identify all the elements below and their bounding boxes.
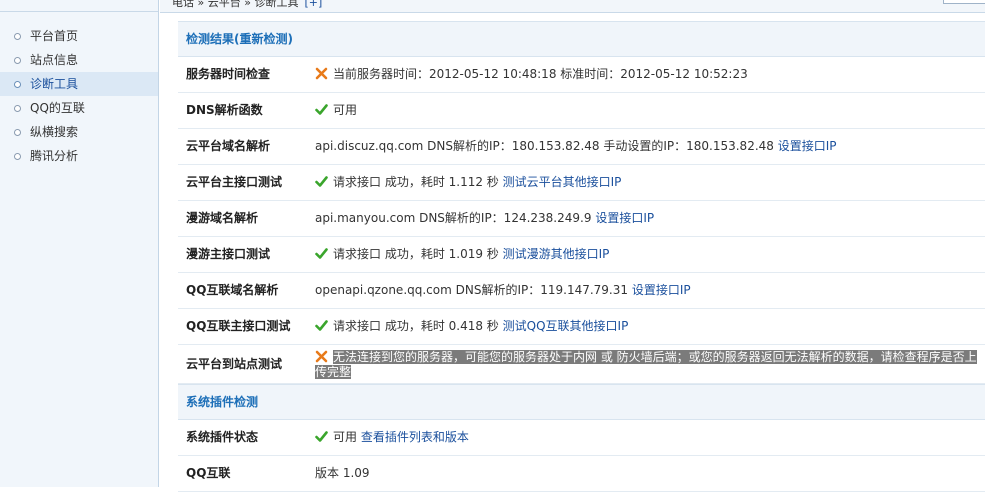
- row-value: 可用 查看插件列表和版本: [315, 420, 469, 455]
- row-value: openapi.qzone.qq.com DNS解析的IP：119.147.79…: [315, 283, 691, 297]
- error-message: 无法连接到您的服务器，可能您的服务器处于内网 或 防火墙后端；或您的服务器返回无…: [315, 350, 977, 379]
- bullet-icon: [14, 129, 21, 136]
- row-cloud-domain: 云平台域名解析 api.discuz.qq.com DNS解析的IP：180.1…: [178, 129, 985, 165]
- sidebar-item-home[interactable]: 平台首页: [0, 24, 158, 48]
- row-value: api.manyou.com DNS解析的IP：124.238.249.9 设置…: [315, 211, 655, 225]
- search-input[interactable]: [943, 0, 985, 4]
- bullet-icon: [14, 33, 21, 40]
- sidebar-item-diagnostics[interactable]: 诊断工具: [0, 72, 158, 96]
- top-bar: 电话 » 云平台 » 诊断工具 [+]: [160, 0, 985, 13]
- row-label: QQ互联域名解析: [186, 283, 279, 297]
- row-plugin-status: 系统插件状态 可用 查看插件列表和版本: [178, 420, 985, 456]
- breadcrumb: 电话 » 云平台 » 诊断工具 [+]: [172, 0, 322, 10]
- bullet-icon: [14, 57, 21, 64]
- row-value: api.discuz.qq.com DNS解析的IP：180.153.82.48…: [315, 139, 837, 153]
- check-icon: [315, 176, 328, 187]
- bullet-icon: [14, 105, 21, 112]
- check-icon: [315, 320, 328, 331]
- sidebar-item-qq-connect[interactable]: QQ的互联: [0, 96, 158, 120]
- row-value: 可用: [315, 93, 357, 128]
- sidebar-divider: [0, 11, 158, 12]
- row-qq-domain: QQ互联域名解析 openapi.qzone.qq.com DNS解析的IP：1…: [178, 273, 985, 309]
- set-api-ip-link[interactable]: 设置接口IP: [632, 283, 691, 297]
- sidebar-item-search[interactable]: 纵横搜索: [0, 120, 158, 144]
- cross-icon: [315, 67, 328, 80]
- test-qq-api-link[interactable]: 测试QQ互联其他接口IP: [503, 319, 629, 333]
- check-icon: [315, 104, 328, 115]
- row-label: QQ互联主接口测试: [186, 319, 291, 333]
- sidebar-item-analytics[interactable]: 腾讯分析: [0, 144, 158, 168]
- row-label: 云平台主接口测试: [186, 175, 283, 189]
- row-label: 云平台域名解析: [186, 139, 271, 153]
- row-label: DNS解析函数: [186, 103, 263, 117]
- row-manyou-api-test: 漫游主接口测试 请求接口 成功，耗时 1.019 秒 测试漫游其他接口IP: [178, 237, 985, 273]
- row-cloud-api-test: 云平台主接口测试 请求接口 成功，耗时 1.112 秒 测试云平台其他接口IP: [178, 165, 985, 201]
- row-value: 请求接口 成功，耗时 1.112 秒 测试云平台其他接口IP: [315, 165, 621, 200]
- section-plugin-check: 系统插件检测: [178, 384, 985, 420]
- row-label: 漫游域名解析: [186, 211, 259, 225]
- row-server-time: 服务器时间检查 当前服务器时间：2012-05-12 10:48:18 标准时间…: [178, 57, 985, 93]
- row-cloud-to-site-test: 云平台到站点测试 无法连接到您的服务器，可能您的服务器处于内网 或 防火墙后端；…: [178, 345, 985, 384]
- test-cloud-api-link[interactable]: 测试云平台其他接口IP: [503, 175, 622, 189]
- row-value: 请求接口 成功，耗时 0.418 秒 测试QQ互联其他接口IP: [315, 309, 628, 344]
- set-api-ip-link[interactable]: 设置接口IP: [595, 211, 654, 225]
- row-value: 版本 1.09: [315, 466, 370, 480]
- row-qq-api-test: QQ互联主接口测试 请求接口 成功，耗时 0.418 秒 测试QQ互联其他接口I…: [178, 309, 985, 345]
- row-value: 当前服务器时间：2012-05-12 10:48:18 标准时间：2012-05…: [315, 57, 748, 92]
- row-label: 服务器时间检查: [186, 67, 271, 81]
- set-api-ip-link[interactable]: 设置接口IP: [778, 139, 837, 153]
- bullet-icon: [14, 153, 21, 160]
- sidebar: 平台首页 站点信息 诊断工具 QQ的互联 纵横搜索 腾讯分析: [0, 0, 159, 487]
- bullet-icon: [14, 81, 21, 88]
- row-value: 无法连接到您的服务器，可能您的服务器处于内网 或 防火墙后端；或您的服务器返回无…: [315, 350, 985, 380]
- check-icon: [315, 248, 328, 259]
- sidebar-menu: 平台首页 站点信息 诊断工具 QQ的互联 纵横搜索 腾讯分析: [0, 24, 158, 168]
- test-manyou-api-link[interactable]: 测试漫游其他接口IP: [503, 247, 610, 261]
- row-label: QQ互联: [186, 466, 231, 480]
- check-icon: [315, 431, 328, 442]
- section-check-result[interactable]: 检测结果(重新检测): [178, 21, 985, 57]
- cross-icon: [315, 350, 328, 363]
- row-manyou-domain: 漫游域名解析 api.manyou.com DNS解析的IP：124.238.2…: [178, 201, 985, 237]
- row-dns-function: DNS解析函数 可用: [178, 93, 985, 129]
- row-label: 云平台到站点测试: [186, 357, 283, 371]
- row-label: 系统插件状态: [186, 430, 259, 444]
- main-content: 检测结果(重新检测) 服务器时间检查 当前服务器时间：2012-05-12 10…: [178, 21, 985, 492]
- row-label: 漫游主接口测试: [186, 247, 271, 261]
- breadcrumb-add-link[interactable]: [+]: [304, 0, 322, 9]
- row-value: 请求接口 成功，耗时 1.019 秒 测试漫游其他接口IP: [315, 237, 609, 272]
- sidebar-item-site-info[interactable]: 站点信息: [0, 48, 158, 72]
- view-plugins-link[interactable]: 查看插件列表和版本: [361, 430, 469, 444]
